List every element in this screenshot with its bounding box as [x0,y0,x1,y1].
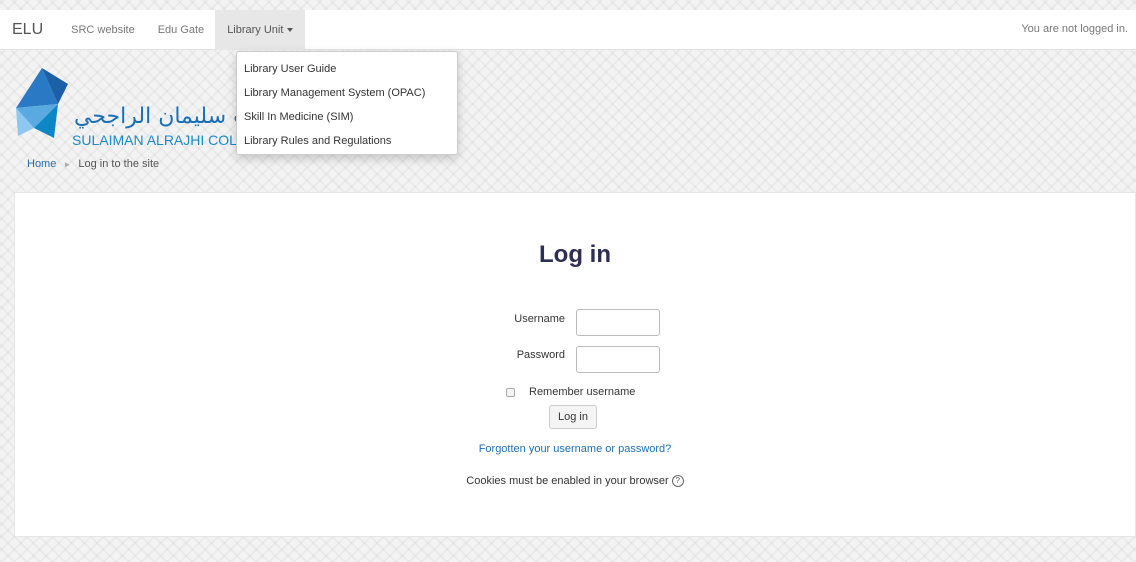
cookies-notice-text: Cookies must be enabled in your browser [466,475,669,487]
nav-link-edu-gate[interactable]: Edu Gate [158,24,204,36]
top-navbar: ELU SRC website Edu Gate Library Unit Yo… [0,9,1136,50]
username-input[interactable] [576,309,660,336]
breadcrumb-separator-icon: ► [63,160,72,169]
username-label: Username [514,313,565,325]
remember-username-label: Remember username [529,386,636,398]
logo-arabic-text: ت سليمان الراجحي [74,104,254,129]
remember-username-checkbox[interactable] [506,388,515,397]
help-icon[interactable]: ? [671,475,684,488]
menu-item-skill-in-medicine[interactable]: Skill In Medicine (SIM) [237,109,457,133]
nav-dropdown-library-unit[interactable]: Library Unit [215,9,306,50]
breadcrumb-current[interactable]: Log in to the site [78,158,159,170]
menu-item-library-management-system[interactable]: Library Management System (OPAC) [237,85,457,109]
forgot-password-link[interactable]: Forgotten your username or password? [15,443,1135,455]
cookies-notice: Cookies must be enabled in your browser? [15,475,1135,488]
login-panel: Log in Username Password Remember userna… [14,192,1136,537]
menu-item-library-user-guide[interactable]: Library User Guide [237,61,457,85]
logo-english-text: SULAIMAN ALRAJHI COLL [72,132,245,148]
logo-triangles-icon [16,68,68,138]
nav-link-src-website[interactable]: SRC website [71,24,135,36]
password-label: Password [516,349,565,361]
login-button[interactable]: Log in [549,405,597,429]
login-status: You are not logged in. [1021,23,1128,35]
menu-item-library-rules[interactable]: Library Rules and Regulations [237,133,457,157]
nav-dropdown-label: Library Unit [227,23,284,36]
brand[interactable]: ELU [12,21,43,39]
password-input[interactable] [576,346,660,373]
caret-down-icon [287,27,294,32]
breadcrumb-home[interactable]: Home [27,158,56,170]
breadcrumb: Home ► Log in to the site [27,158,159,170]
library-unit-menu: Library User Guide Library Management Sy… [236,51,458,155]
page-title: Log in [539,241,611,268]
college-logo[interactable]: ت سليمان الراجحي SULAIMAN ALRAJHI COLL [14,66,254,148]
